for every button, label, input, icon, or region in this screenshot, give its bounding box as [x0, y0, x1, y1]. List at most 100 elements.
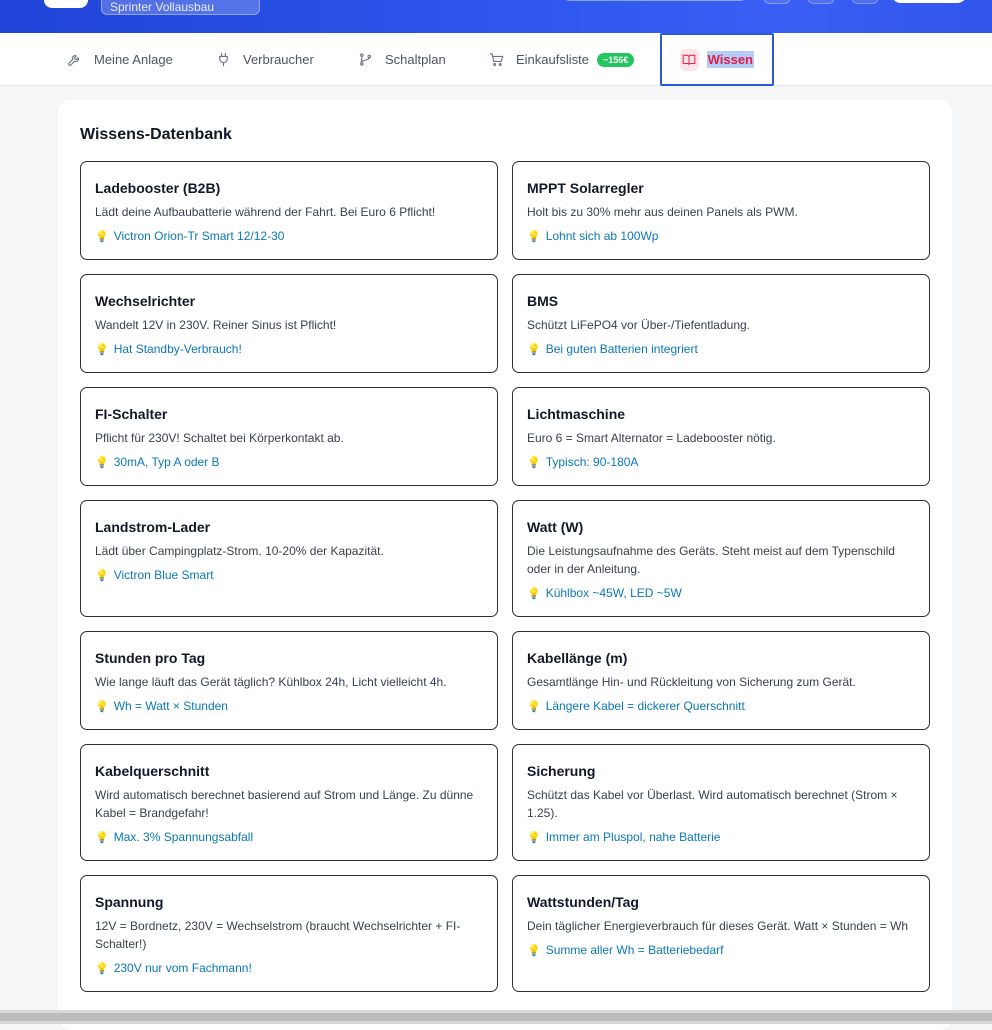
card-description: Wandelt 12V in 230V. Reiner Sinus ist Pf… [95, 318, 337, 332]
card-tip-text: Hat Standby-Verbrauch! [113, 342, 242, 356]
card-tip: 💡 Victron Orion-Tr Smart 12/12-30 [95, 229, 483, 243]
header-button-3[interactable] [851, 0, 879, 4]
card-title: Ladebooster (B2B) [95, 180, 221, 196]
lightbulb-icon: 💡 [527, 831, 541, 844]
lightbulb-icon: 💡 [95, 962, 109, 975]
tab-einkaufsliste[interactable]: Einkaufsliste ~156€ [489, 33, 635, 86]
card-description: Die Leistungsaufnahme des Geräts. Steht … [527, 544, 895, 576]
card-tip: 💡 Hat Standby-Verbrauch! [95, 342, 483, 356]
branch-icon [359, 53, 372, 66]
knowledge-card: BMS Schützt LiFePO4 vor Über-/Tiefentladu… [512, 274, 930, 373]
lightbulb-icon: 💡 [95, 456, 109, 469]
card-description: Schützt LiFePO4 vor Über-/Tiefentladung. [527, 318, 750, 332]
tab-wissen[interactable]: Wissen [660, 33, 774, 86]
card-tip-text: Kühlbox ~45W, LED ~5W [545, 586, 682, 600]
knowledge-card: Kabellänge (m) Gesamtlänge Hin- und Rückl… [512, 631, 930, 730]
card-description: 12V = Bordnetz, 230V = Wechselstrom (bra… [95, 919, 461, 951]
lightbulb-icon: 💡 [527, 587, 541, 600]
main-tabs: Meine Anlage Verbraucher Schaltplan Eink… [0, 33, 992, 86]
knowledge-card: Lichtmaschine Euro 6 = Smart Alternator =… [512, 387, 930, 486]
card-tip: 💡 Bei guten Batterien integriert [527, 342, 915, 356]
lightbulb-icon: 💡 [95, 831, 109, 844]
lightbulb-icon: 💡 [527, 700, 541, 713]
card-title: Kabelquerschnitt [95, 763, 210, 779]
tab-schaltplan[interactable]: Schaltplan [358, 33, 446, 86]
lightbulb-icon: 💡 [527, 343, 541, 356]
tab-label: Meine Anlage [94, 52, 173, 67]
cart-icon [489, 53, 504, 66]
tab-verbraucher[interactable]: Verbraucher [216, 33, 314, 86]
header-button-2[interactable] [807, 0, 835, 4]
card-description: Lädt deine Aufbaubatterie während der Fa… [95, 205, 436, 219]
card-title: Wechselrichter [95, 293, 196, 309]
scrollbar-thumb[interactable] [0, 1013, 992, 1021]
card-description: Holt bis zu 30% mehr aus deinen Panels a… [527, 205, 798, 219]
wrench-icon [68, 55, 79, 66]
card-description: Schützt das Kabel vor Überlast. Wird aut… [527, 788, 898, 820]
card-title: BMS [527, 293, 559, 309]
app-logo[interactable] [44, 0, 88, 8]
tab-label: Schaltplan [385, 52, 446, 67]
card-tip: 💡 Immer am Pluspol, nahe Batterie [527, 830, 915, 844]
knowledge-card: Wattstunden/Tag Dein täglicher Energiever… [512, 875, 930, 992]
card-tip-text: Victron Orion-Tr Smart 12/12-30 [113, 229, 285, 243]
card-tip: 💡 Kühlbox ~45W, LED ~5W [527, 586, 915, 600]
knowledge-card: FI-Schalter Pflicht für 230V! Schaltet be… [80, 387, 498, 486]
card-description: Euro 6 = Smart Alternator = Ladebooster … [527, 431, 776, 445]
lightbulb-icon: 💡 [527, 230, 541, 243]
book-open-icon [680, 48, 699, 71]
card-tip-text: Bei guten Batterien integriert [545, 342, 698, 356]
card-tip-text: Typisch: 90-180A [545, 455, 639, 469]
header-button-1[interactable] [763, 0, 791, 4]
lightbulb-icon: 💡 [95, 569, 109, 582]
card-title: FI-Schalter [95, 406, 168, 422]
card-tip-text: Immer am Pluspol, nahe Batterie [545, 830, 721, 844]
card-tip-text: Summe aller Wh = Batteriebedarf [545, 943, 724, 957]
card-tip: 💡 Summe aller Wh = Batteriebedarf [527, 943, 915, 957]
lightbulb-icon: 💡 [527, 944, 541, 957]
card-tip: 💡 Typisch: 90-180A [527, 455, 915, 469]
card-tip: 💡 30mA, Typ A oder B [95, 455, 483, 469]
lightbulb-icon: 💡 [95, 343, 109, 356]
knowledge-card: Landstrom-Lader Lädt über Campingplatz-St… [80, 500, 498, 617]
card-tip-text: Lohnt sich ab 100Wp [545, 229, 659, 243]
header-search[interactable] [562, 0, 748, 1]
card-description: Wird automatisch berechnet basierend auf… [95, 788, 474, 820]
knowledge-card: Spannung 12V = Bordnetz, 230V = Wechselst… [80, 875, 498, 992]
price-badge: ~156€ [596, 52, 635, 67]
card-tip-text: 230V nur vom Fachmann! [113, 961, 252, 975]
lightbulb-icon: 💡 [95, 230, 109, 243]
knowledge-card: Kabelquerschnitt Wird automatisch berechn… [80, 744, 498, 861]
card-title: MPPT Solarregler [527, 180, 644, 196]
project-selector[interactable]: Sprinter Vollausbau [101, 0, 260, 15]
horizontal-scrollbar[interactable] [0, 1010, 992, 1024]
card-title: Lichtmaschine [527, 406, 626, 422]
knowledge-card: Stunden pro Tag Wie lange läuft das Gerät… [80, 631, 498, 730]
knowledge-panel: Wissens-Datenbank Ladebooster (B2B) Lädt … [58, 100, 952, 1030]
card-description: Lädt über Campingplatz-Strom. 10-20% der… [95, 544, 384, 558]
knowledge-card: Sicherung Schützt das Kabel vor Überlast.… [512, 744, 930, 861]
tab-label: Wissen [706, 51, 754, 68]
card-tip: 💡 230V nur vom Fachmann! [95, 961, 483, 975]
card-tip-text: Wh = Watt × Stunden [113, 699, 228, 713]
card-description: Pflicht für 230V! Schaltet bei Körperkon… [95, 431, 344, 445]
tab-label: Verbraucher [243, 52, 314, 67]
card-tip: 💡 Victron Blue Smart [95, 568, 483, 582]
card-tip: 💡 Lohnt sich ab 100Wp [527, 229, 915, 243]
app-header: Sprinter Vollausbau [0, 0, 992, 33]
plug-icon [219, 52, 228, 67]
knowledge-card: Wechselrichter Wandelt 12V in 230V. Reine… [80, 274, 498, 373]
card-title: Landstrom-Lader [95, 519, 211, 535]
page-title: Wissens-Datenbank [80, 126, 232, 143]
card-description: Dein täglicher Energieverbrauch für dies… [527, 919, 909, 933]
card-tip: 💡 Längere Kabel = dickerer Querschnitt [527, 699, 915, 713]
card-description: Wie lange läuft das Gerät täglich? Kühlb… [95, 675, 447, 689]
knowledge-card: MPPT Solarregler Holt bis zu 30% mehr aus… [512, 161, 930, 260]
card-title: Stunden pro Tag [95, 650, 206, 666]
tab-meine-anlage[interactable]: Meine Anlage [67, 33, 173, 86]
card-tip: 💡 Wh = Watt × Stunden [95, 699, 483, 713]
tab-label: Einkaufsliste [516, 52, 589, 67]
card-title: Watt (W) [527, 519, 584, 535]
header-action-button[interactable] [891, 0, 967, 3]
card-tip-text: Victron Blue Smart [113, 568, 214, 582]
